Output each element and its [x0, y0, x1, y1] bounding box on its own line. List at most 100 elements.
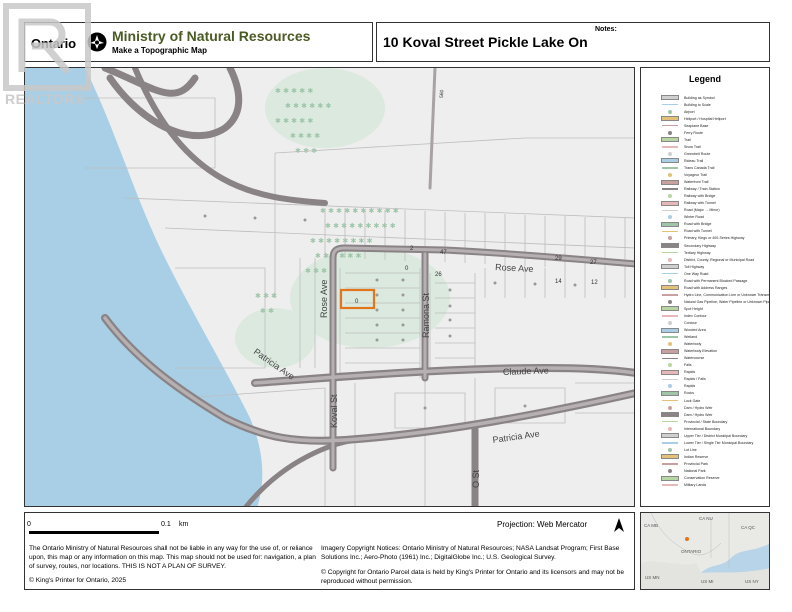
legend-item-label: National Park: [684, 469, 706, 473]
disclaimer-text: The Ontario Ministry of Natural Resource…: [29, 545, 316, 570]
street-label-o-st: O St: [471, 469, 481, 488]
legend-item: Secondary Highway: [661, 242, 769, 249]
scale-unit-label: km: [179, 521, 189, 528]
legend-symbol-icon: [661, 257, 679, 262]
legend-item-label: Wetland: [684, 335, 698, 340]
legend-item: Road with Address Ranges: [661, 284, 769, 291]
legend-item-label: Heliport / Hospital Heliport: [684, 116, 726, 121]
page-subtitle: Make a Topographic Map: [112, 46, 207, 55]
legend-symbol-icon: [661, 398, 679, 403]
legend-symbol-icon: [661, 123, 679, 128]
legend-symbol-icon: [661, 173, 679, 178]
legend-item: Primary, Kings or 400-Series Highway: [661, 235, 769, 242]
legend-item-label: Road with Address Ranges: [684, 285, 728, 290]
overview-inset-map: CA MB CA NU CA QC ONTARIO US MN US MI US…: [640, 512, 770, 590]
legend-symbol-icon: [661, 327, 679, 333]
ontario-wordmark: Ontario: [31, 36, 76, 51]
legend-item: Road with Permanent Blocked Passage: [661, 277, 769, 284]
legend-symbol-icon: [661, 412, 679, 418]
legend-item-label: Falls: [684, 363, 692, 368]
legend-item: Wooded Area: [661, 327, 769, 334]
legend-item: National Park: [661, 467, 769, 474]
road-number-label: 560: [439, 89, 445, 98]
lot-number: 47: [440, 250, 447, 256]
legend-item: Natural Gas Pipeline, Water Pipeline or …: [661, 298, 769, 305]
ministry-name: Ministry of Natural Resources: [112, 28, 311, 44]
legend-item-label: Hydro Line, Communication Line or Unknow…: [684, 292, 770, 297]
legend-item-label: Lot Line: [684, 447, 697, 452]
legend-symbol-icon: [661, 179, 679, 185]
legend-item-label: Rideau Trail: [684, 158, 704, 163]
legend-item-label: One Way Road: [684, 271, 709, 276]
legend-item: Toll Highway: [661, 263, 769, 270]
legend-item-label: Rapids / Falls: [684, 377, 706, 382]
legend-symbol-icon: [661, 433, 679, 439]
inset-label: CA MB: [644, 523, 659, 528]
legend-item: Ferry Route: [661, 129, 769, 136]
legend-item: Tertiary Highway: [661, 249, 769, 256]
inset-location-marker: [685, 537, 689, 541]
legend-symbol-icon: [661, 475, 679, 481]
legend-item: Falls: [661, 362, 769, 369]
legend-item: Rapids: [661, 369, 769, 376]
legend-item-label: Natural Gas Pipeline, Water Pipeline or …: [684, 299, 770, 304]
legend-item-label: Watercourse: [684, 356, 705, 361]
legend-list: Building as Symbol Building to Scale Airpo…: [661, 94, 769, 489]
legend-item: Railway / Train Station: [661, 186, 769, 193]
legend-item-label: Trans Canada Trail: [684, 165, 715, 170]
legend-item-label: Index Contour: [684, 313, 707, 318]
legend-symbol-icon: [661, 285, 679, 291]
legend-item-label: Road with Permanent Blocked Passage: [684, 278, 748, 283]
legend-item: Military Lands: [661, 482, 769, 489]
legend-item: Heliport / Hospital Heliport: [661, 115, 769, 122]
svg-text:✱ ✱ ✱ ✱ ✱ ✱ ✱ ✱: ✱ ✱ ✱ ✱ ✱ ✱ ✱ ✱: [310, 237, 373, 245]
legend-item: Dam / Hydro Weir: [661, 404, 769, 411]
legend-item: Lot Line: [661, 446, 769, 453]
legend-item-label: Toll Highway: [684, 264, 705, 269]
legend-item-label: Waterbody: [684, 342, 702, 347]
legend-item: Voyageur Trail: [661, 172, 769, 179]
legend-item-label: Military Lands: [684, 483, 707, 488]
legend-symbol-icon: [661, 116, 679, 122]
legend-item-label: Indian Reserve: [684, 454, 709, 459]
lot-number: 27: [590, 260, 597, 266]
legend-item-label: Building to Scale: [684, 102, 711, 107]
legend-item: Rocks: [661, 390, 769, 397]
topographic-map[interactable]: ✱ ✱ ✱ ✱ ✱ ✱ ✱ ✱ ✱ ✱ ✱ ✱ ✱ ✱ ✱ ✱ ✱ ✱ ✱ ✱ …: [24, 67, 635, 507]
legend-symbol-icon: [661, 278, 679, 283]
lot-number: 29: [555, 256, 562, 262]
legend-item-label: District, County, Regional or Municipal …: [684, 257, 755, 262]
legend-item-label: Road with Bridge: [684, 222, 712, 227]
legend-symbol-icon: [661, 144, 679, 149]
legend-item-label: Seaplane Base: [684, 123, 709, 128]
inset-label: ONTARIO: [681, 549, 702, 554]
legend-symbol-icon: [661, 454, 679, 460]
ontario-trillium-icon: [87, 32, 107, 52]
legend-item: Lock Gate: [661, 397, 769, 404]
legend-item: Hydro Line, Communication Line or Unknow…: [661, 291, 769, 298]
legend-symbol-icon: [661, 342, 679, 347]
svg-text:✱ ✱ ✱ ✱: ✱ ✱ ✱ ✱: [290, 132, 320, 140]
legend-item: Wetland: [661, 334, 769, 341]
street-label-rose-ave-2: Rose Ave: [319, 280, 329, 318]
map-canvas: ✱ ✱ ✱ ✱ ✱ ✱ ✱ ✱ ✱ ✱ ✱ ✱ ✱ ✱ ✱ ✱ ✱ ✱ ✱ ✱ …: [25, 68, 634, 506]
legend-item: Building as Symbol: [661, 94, 769, 101]
lot-number: 14: [555, 279, 562, 285]
legend-symbol-icon: [661, 306, 679, 312]
legend-item: Airport: [661, 108, 769, 115]
legend-symbol-icon: [661, 356, 679, 361]
legend-item-label: Greenbelt Route: [684, 151, 711, 156]
legend-item: Dam / Hydro Weir: [661, 411, 769, 418]
legend-item: Waterbody Elevation: [661, 348, 769, 355]
svg-text:✱ ✱ ✱ ✱ ✱ ✱: ✱ ✱ ✱ ✱ ✱ ✱: [315, 252, 361, 260]
svg-text:✱ ✱ ✱ ✱ ✱: ✱ ✱ ✱ ✱ ✱: [275, 87, 313, 95]
map-address-title: 10 Koval Street Pickle Lake On: [383, 34, 588, 50]
legend-item-label: Waterfront Trail: [684, 180, 709, 185]
legend-item: Rideau Trail: [661, 157, 769, 164]
legend-symbol-icon: [661, 208, 679, 213]
lot-number: 26: [435, 272, 442, 278]
legend-symbol-icon: [661, 313, 679, 318]
legend-title: Legend: [688, 74, 721, 84]
legend-item: Upper Tier / District Municipal Boundary: [661, 432, 769, 439]
legend-item: Spot Height: [661, 305, 769, 312]
